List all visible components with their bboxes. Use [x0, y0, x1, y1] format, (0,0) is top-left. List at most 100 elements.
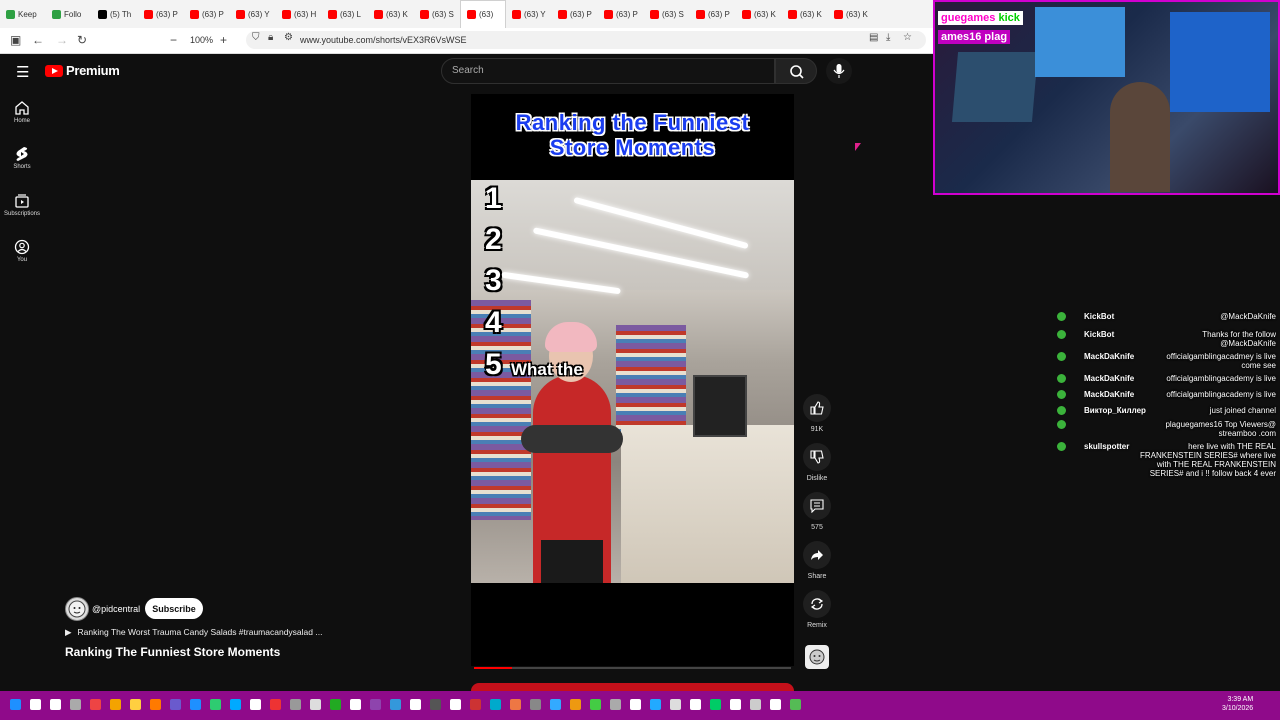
search-button[interactable] — [775, 58, 817, 84]
taskbar-app-icon[interactable] — [430, 699, 441, 710]
sidebar-item-home[interactable]: Home — [0, 100, 44, 124]
taskbar-app-icon[interactable] — [330, 699, 341, 710]
sidebar-item-you[interactable]: You — [0, 239, 44, 263]
remix-button[interactable]: Remix — [803, 590, 831, 629]
taskbar-app-icon[interactable] — [310, 699, 321, 710]
taskbar-app-icon[interactable] — [670, 699, 681, 710]
browser-tab[interactable]: Follo — [46, 0, 92, 28]
zoom-out-button[interactable]: − — [170, 33, 177, 47]
taskbar-app-icon[interactable] — [110, 699, 121, 710]
taskbar-app-icon[interactable] — [370, 699, 381, 710]
taskbar-app-icon[interactable] — [650, 699, 661, 710]
like-button[interactable]: 91K — [803, 394, 831, 433]
browser-tab[interactable]: (63) K — [368, 0, 414, 28]
back-button[interactable]: ← — [32, 33, 44, 47]
taskbar-app-icon[interactable] — [610, 699, 621, 710]
subscribe-button[interactable]: Subscribe — [145, 598, 203, 619]
browser-tab[interactable]: (63) P — [138, 0, 184, 28]
browser-tab[interactable]: Keep — [0, 0, 46, 28]
logo-text[interactable]: Premium — [66, 63, 120, 78]
taskbar-app-icon[interactable] — [630, 699, 641, 710]
browser-tab[interactable]: (63) K — [736, 0, 782, 28]
next-short-preview[interactable] — [471, 683, 794, 691]
voice-search-button[interactable] — [826, 58, 852, 84]
browser-tab[interactable]: (63) P — [598, 0, 644, 28]
search-input[interactable]: Search — [441, 58, 775, 84]
browser-tab[interactable]: (63) H — [276, 0, 322, 28]
browser-tab[interactable]: (63) — [460, 0, 506, 28]
taskbar-app-icon[interactable] — [250, 699, 261, 710]
download-icon[interactable]: ⤓ — [886, 32, 890, 43]
browser-tab[interactable]: (63) S — [644, 0, 690, 28]
browser-tab[interactable]: (63) K — [782, 0, 828, 28]
taskbar-app-icon[interactable] — [510, 699, 521, 710]
taskbar-app-icon[interactable] — [270, 699, 281, 710]
channel-avatar[interactable] — [65, 597, 89, 621]
sidebar-item-subscriptions[interactable]: Subscriptions — [0, 193, 44, 217]
taskbar-app-icon[interactable] — [770, 699, 781, 710]
taskbar-app-icon[interactable] — [90, 699, 101, 710]
video-title[interactable]: Ranking The Funniest Store Moments — [65, 645, 280, 659]
taskbar-app-icon[interactable] — [390, 699, 401, 710]
sidebar-toggle-icon[interactable]: ▣ — [10, 33, 21, 47]
taskbar-app-icon[interactable] — [130, 699, 141, 710]
taskbar-app-icon[interactable] — [550, 699, 561, 710]
zoom-in-button[interactable]: + — [220, 33, 227, 47]
browser-tab[interactable]: (63) K — [828, 0, 874, 28]
reload-button[interactable]: ↻ — [77, 33, 87, 47]
browser-tab[interactable]: (63) S — [414, 0, 460, 28]
comments-button[interactable]: 575 — [803, 492, 831, 531]
playlist-link[interactable]: ▶ Ranking The Worst Trauma Candy Salads #… — [65, 627, 322, 638]
taskbar-app-icon[interactable] — [570, 699, 581, 710]
taskbar-app-icon[interactable] — [30, 699, 41, 710]
taskbar-app-icon[interactable] — [190, 699, 201, 710]
menu-icon[interactable]: ☰ — [16, 63, 29, 81]
taskbar-app-icon[interactable] — [210, 699, 221, 710]
channel-name[interactable]: @pidcentral — [92, 604, 140, 614]
taskbar-app-icon[interactable] — [170, 699, 181, 710]
taskbar-app-icon[interactable] — [10, 699, 21, 710]
share-button[interactable]: Share — [803, 541, 831, 580]
browser-tab[interactable]: (63) Y — [506, 0, 552, 28]
browser-tab[interactable]: (63) Y — [230, 0, 276, 28]
dislike-button[interactable]: Dislike — [803, 443, 831, 482]
address-bar[interactable]: ⛉ 🔒︎ ⚙ www.youtube.com/shorts/vEX3R6VsWS… — [246, 31, 926, 49]
youtube-logo-icon[interactable] — [45, 65, 63, 77]
taskbar-clock[interactable]: 3:39 AM 3/10/2026 — [1222, 695, 1253, 713]
taskbar-app-icon[interactable] — [710, 699, 721, 710]
sound-thumbnail[interactable] — [805, 645, 829, 669]
bookmark-star-icon[interactable]: ☆ — [903, 32, 912, 43]
taskbar-app-icon[interactable] — [750, 699, 761, 710]
chat-username: MackDaKnife — [1084, 374, 1135, 383]
taskbar-app-icon[interactable] — [50, 699, 61, 710]
lock-icon[interactable]: 🔒︎ — [268, 32, 273, 43]
browser-tab[interactable]: (63) P — [690, 0, 736, 28]
taskbar-app-icon[interactable] — [150, 699, 161, 710]
subscriptions-icon — [15, 194, 29, 208]
taskbar-app-icon[interactable] — [530, 699, 541, 710]
taskbar-app-icon[interactable] — [490, 699, 501, 710]
browser-tab[interactable]: (63) P — [552, 0, 598, 28]
taskbar-app-icon[interactable] — [590, 699, 601, 710]
browser-tab[interactable]: (5) Th — [92, 0, 138, 28]
browser-tab[interactable]: (63) P — [184, 0, 230, 28]
shorts-video-player[interactable]: Ranking the Funniest Store Moments 1 2 3… — [471, 94, 794, 666]
taskbar-app-icon[interactable] — [450, 699, 461, 710]
taskbar-app-icon[interactable] — [470, 699, 481, 710]
youtube-icon — [788, 9, 797, 19]
video-progress-bar[interactable] — [474, 667, 791, 669]
browser-tab[interactable]: (63) L — [322, 0, 368, 28]
taskbar-app-icon[interactable] — [350, 699, 361, 710]
sidebar-item-shorts[interactable]: Shorts — [0, 146, 44, 170]
forward-button[interactable]: → — [56, 33, 68, 47]
taskbar-app-icon[interactable] — [290, 699, 301, 710]
taskbar-app-icon[interactable] — [690, 699, 701, 710]
taskbar-app-icon[interactable] — [790, 699, 801, 710]
taskbar-app-icon[interactable] — [230, 699, 241, 710]
reader-view-icon[interactable]: ▤ — [869, 32, 878, 43]
taskbar-app-icon[interactable] — [70, 699, 81, 710]
taskbar-app-icon[interactable] — [730, 699, 741, 710]
permissions-icon[interactable]: ⚙ — [284, 32, 293, 43]
shield-icon[interactable]: ⛉ — [252, 32, 260, 43]
taskbar-app-icon[interactable] — [410, 699, 421, 710]
